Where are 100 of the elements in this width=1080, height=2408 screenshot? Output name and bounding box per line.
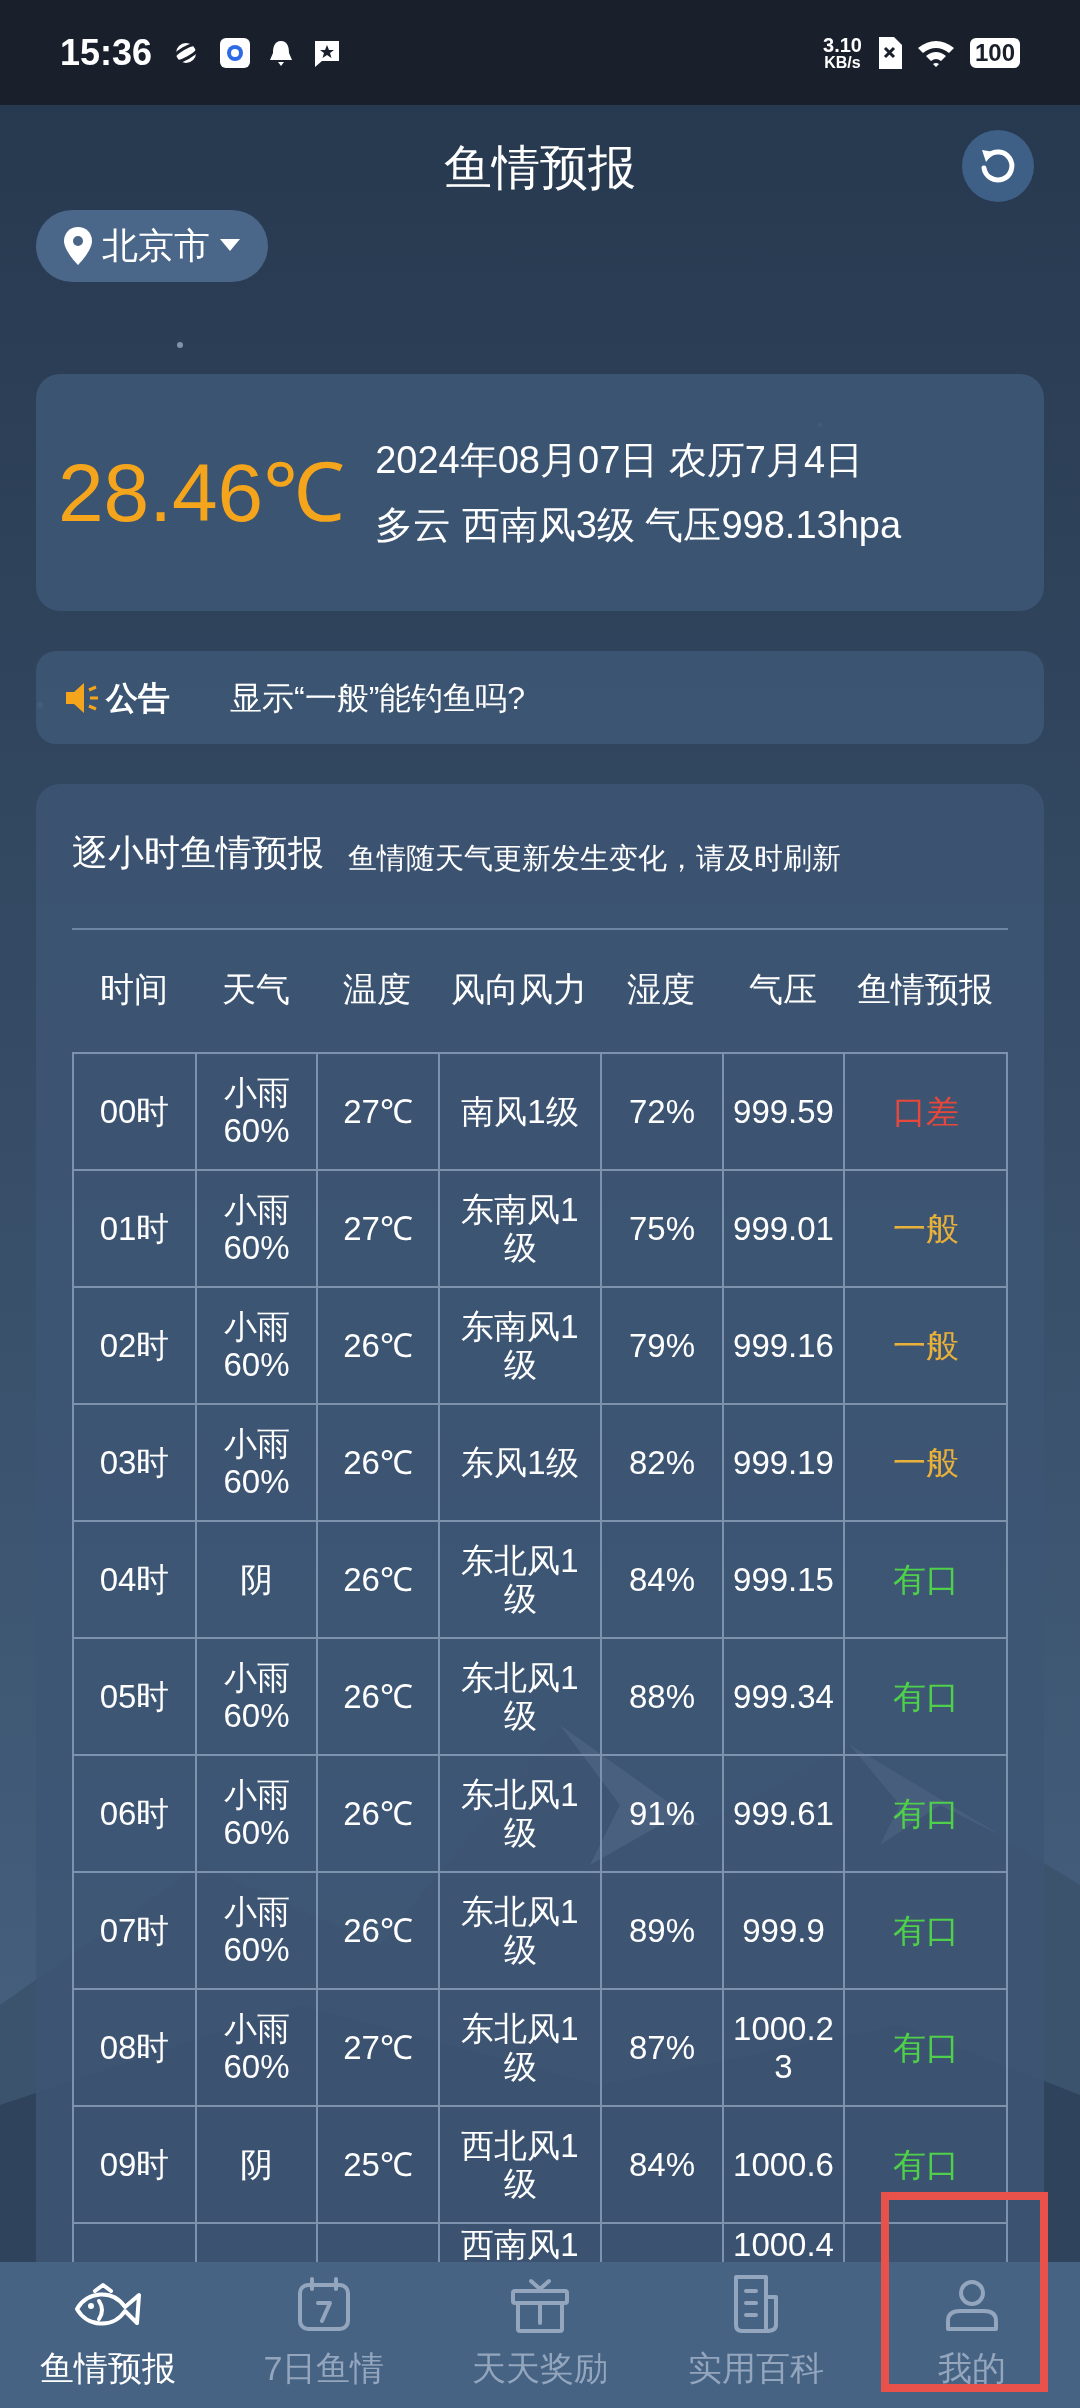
nav-tab[interactable]: 鱼情预报: [0, 2262, 216, 2408]
table-cell-text: 1000.4: [732, 2226, 835, 2262]
forecast-rating: 有口: [891, 2145, 960, 2184]
table-cell-text: 26℃: [342, 1911, 414, 1950]
caret-icon: [220, 239, 240, 253]
table-cell-text: 东南风1级: [460, 1307, 580, 1384]
table-cell-text: 08时: [98, 2028, 171, 2067]
table-cell-text: 01时: [98, 1209, 171, 1248]
forecast-title: 逐小时鱼情预报: [72, 831, 324, 875]
table-cell-text: 西北风1级: [460, 2126, 580, 2203]
page-title: 鱼情预报: [444, 139, 636, 196]
table-cell-text: 小雨60%: [222, 1892, 291, 1969]
forecast-rating: 有口: [891, 1794, 960, 1833]
table-cell-text: 999.15: [732, 1560, 835, 1599]
table-cell-text: 26℃: [342, 1677, 414, 1716]
table-cell-text: 东风1级: [460, 1443, 580, 1482]
table-cell-text: 阴: [239, 2145, 274, 2184]
nav-tab[interactable]: 实用百科: [648, 2262, 864, 2408]
network-speed-unit: KB/s: [824, 54, 861, 71]
nav-tab[interactable]: 天天奖励: [432, 2262, 648, 2408]
table-cell-text: 82%: [627, 1443, 697, 1482]
temperature: 28.46℃: [58, 446, 346, 540]
column-header: 时间: [98, 968, 169, 1010]
table-cell-text: 04时: [98, 1560, 171, 1599]
table-cell-text: 999.01: [732, 1209, 835, 1248]
forecast-subtitle: 鱼情随天气更新发生变化，请及时刷新: [348, 840, 841, 876]
table-cell-text: 79%: [627, 1326, 697, 1365]
forecast-rating: 口差: [891, 1092, 960, 1131]
table-cell-text: 84%: [627, 1560, 697, 1599]
table-cell-text: 27℃: [342, 2028, 414, 2067]
forecast-rating: 一般: [891, 1326, 960, 1365]
column-header: 温度: [342, 968, 412, 1010]
column-header: 风向风力: [450, 968, 588, 1010]
date-text: 2024年08月07日 农历7月4日: [375, 437, 865, 483]
table-cell-text: 东北风1级: [460, 1775, 580, 1852]
table-cell-text: 88%: [627, 1677, 697, 1716]
table-cell-text: 26℃: [342, 1560, 414, 1599]
table-cell-text: 26℃: [342, 1443, 414, 1482]
forecast-rating: 有口: [891, 1911, 960, 1950]
notice-label: 公告: [106, 678, 170, 718]
table-cell-text: 阴: [239, 1560, 274, 1599]
table-cell-text: 89%: [627, 1911, 697, 1950]
table-cell-text: 西南风1: [460, 2226, 580, 2262]
table-cell-text: 84%: [627, 2145, 697, 2184]
table-cell-text: 999.61: [732, 1794, 835, 1833]
table-cell-text: 75%: [627, 1209, 697, 1248]
table-cell-text: 27℃: [342, 1209, 414, 1248]
table-cell-text: 999.19: [732, 1443, 835, 1482]
table-cell-text: 1000.6: [732, 2145, 835, 2184]
table-cell-text: 72%: [627, 1092, 697, 1131]
forecast-rating: 一般: [891, 1443, 960, 1482]
forecast-rating: 一般: [891, 1209, 960, 1248]
table-cell-text: 南风1级: [460, 1092, 580, 1131]
table-cell-text: 小雨60%: [222, 1775, 291, 1852]
column-header: 天气: [220, 968, 291, 1010]
table-cell-text: 00时: [98, 1092, 171, 1131]
app-icon: [220, 37, 251, 68]
table-cell-text: 26℃: [342, 1794, 414, 1833]
table-cell-text: 07时: [98, 1911, 171, 1950]
table-cell-text: 03时: [98, 1443, 171, 1482]
battery-indicator: 100: [969, 37, 1020, 68]
table-cell-text: 25℃: [342, 2145, 414, 2184]
nav-tab[interactable]: 我的: [864, 2262, 1080, 2408]
table-cell-text: 东北风1级: [460, 1541, 580, 1618]
table-cell-text: 999.59: [732, 1092, 835, 1131]
table-cell-text: 东北风1级: [460, 2009, 580, 2086]
table-cell-text: 小雨60%: [222, 1073, 291, 1150]
network-speed: 3.10: [823, 34, 862, 55]
table-cell-text: 东北风1级: [460, 1892, 580, 1969]
table-cell-text: 小雨60%: [222, 2009, 291, 2086]
table-cell-text: 东南风1级: [460, 1190, 580, 1267]
location-pin-icon: [64, 227, 92, 265]
column-header: 气压: [747, 968, 818, 1010]
table-cell-text: 小雨60%: [222, 1190, 291, 1267]
table-cell-text: 87%: [627, 2028, 697, 2067]
table-cell-text: 小雨60%: [222, 1424, 291, 1501]
table-cell-text: 999.9: [741, 1911, 826, 1950]
table-cell-text: 91%: [627, 1794, 697, 1833]
table-cell-text: 02时: [98, 1326, 171, 1365]
table-cell-text: 27℃: [342, 1092, 414, 1131]
notice-text[interactable]: 显示“一般”能钓鱼吗?: [230, 673, 526, 722]
table-cell-text: 999.16: [732, 1326, 835, 1365]
forecast-rating: 有口: [891, 1677, 960, 1716]
table-cell-text: 东北风1级: [460, 1658, 580, 1735]
table-cell-text: 26℃: [342, 1326, 414, 1365]
weather-detail: 多云 西南风3级 气压998.13hpa: [375, 502, 902, 548]
table-cell-text: 999.34: [732, 1677, 835, 1716]
table-cell-text: 09时: [98, 2145, 171, 2184]
forecast-rating: 有口: [891, 1560, 960, 1599]
table-cell-text: 06时: [98, 1794, 171, 1833]
table-cell-text: 小雨60%: [222, 1658, 291, 1735]
status-time: 15:36: [60, 30, 153, 75]
location-selector[interactable]: 北京市: [36, 210, 268, 282]
table-cell-text: 小雨60%: [222, 1307, 291, 1384]
forecast-rating: 有口: [891, 2028, 960, 2067]
nav-tab[interactable]: 7日鱼情: [216, 2262, 432, 2408]
column-header: 湿度: [626, 968, 696, 1010]
column-header: 鱼情预报: [855, 968, 994, 1010]
table-cell-text: 05时: [98, 1677, 171, 1716]
table-cell-text: 1000.23: [732, 2009, 835, 2086]
